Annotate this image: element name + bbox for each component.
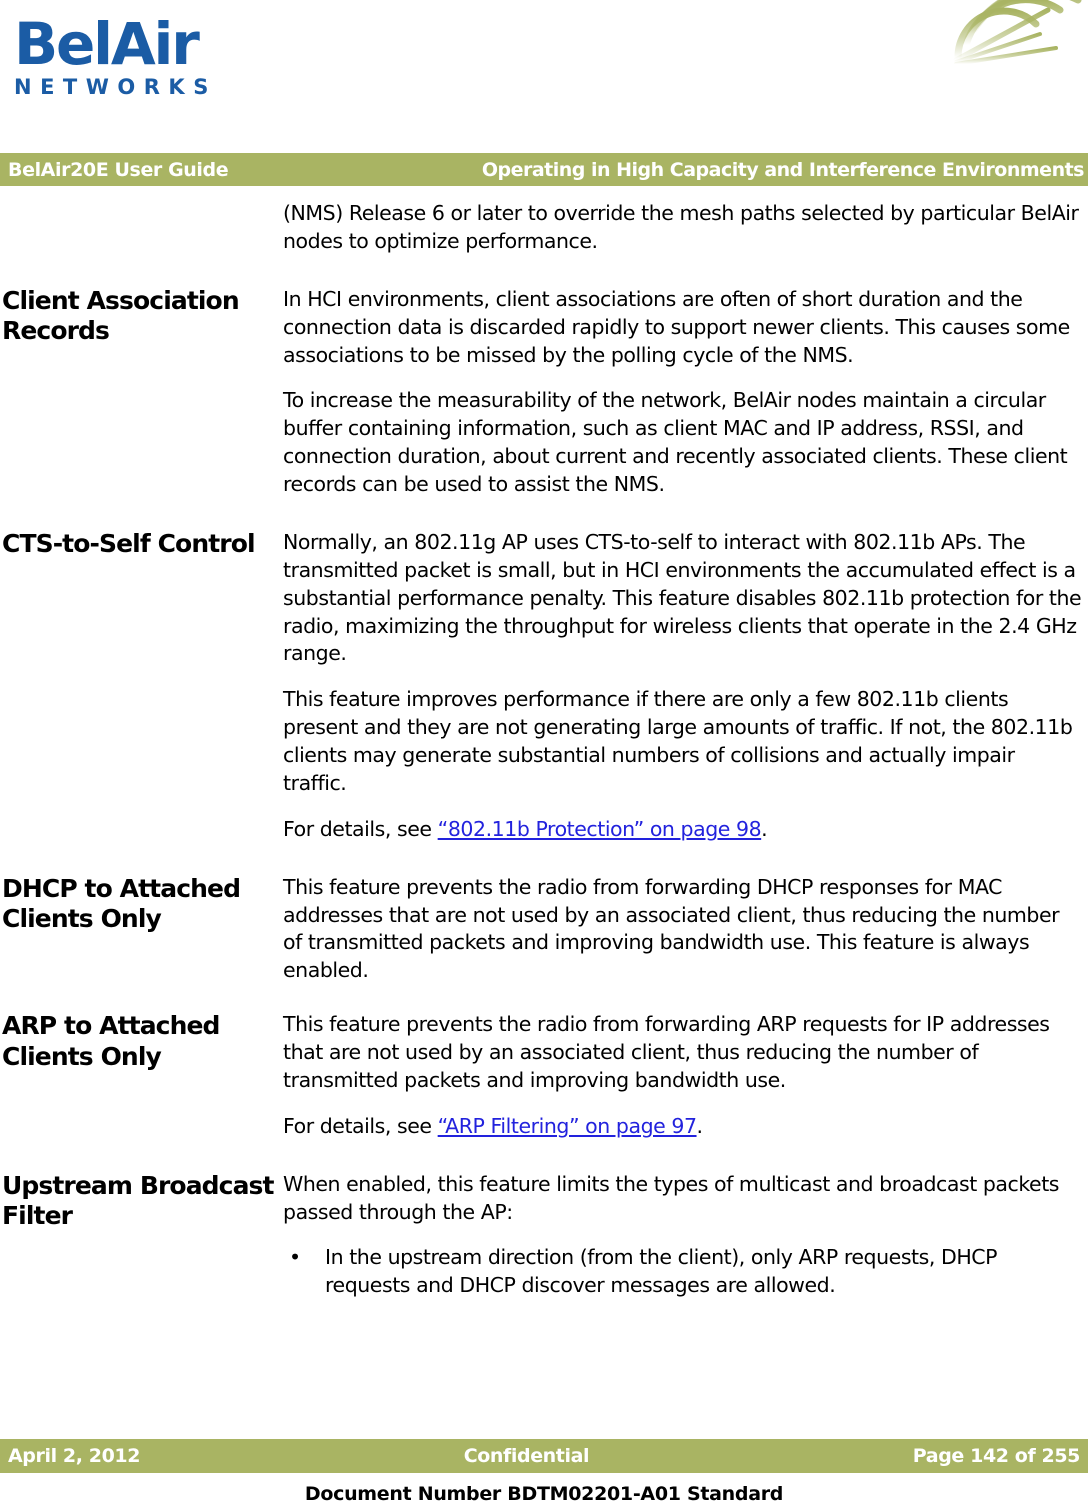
page-content: (NMS) Release 6 or later to override the… — [0, 200, 1088, 1344]
logo-subtitle: NETWORKS — [14, 74, 217, 99]
xref-prefix: For details, see — [283, 816, 438, 841]
section-cts-to-self-control: CTS-to-Self Control Normally, an 802.11g… — [0, 529, 1088, 844]
xref-link-arp-filtering[interactable]: “ARP Filtering” on page 97 — [438, 1114, 697, 1138]
belair-networks-logo: BelAir NETWORKS — [14, 10, 244, 99]
section-heading: Client Association Records — [2, 285, 240, 346]
section-body: This feature prevents the radio from for… — [283, 1011, 1088, 1141]
paragraph: (NMS) Release 6 or later to override the… — [283, 201, 1079, 253]
paragraph: When enabled, this feature limits the ty… — [283, 1171, 1060, 1224]
section-heading: ARP to Attached Clients Only — [2, 1011, 220, 1071]
paragraph: This feature prevents the radio from for… — [283, 1012, 1050, 1092]
xref-suffix: . — [761, 816, 768, 841]
section-heading: Upstream Broadcast Filter — [2, 1170, 274, 1231]
page-footer-bar: April 2, 2012 Confidential Page 142 of 2… — [0, 1439, 1088, 1473]
section-upstream-broadcast-filter: Upstream Broadcast Filter When enabled, … — [0, 1171, 1088, 1315]
footer-classification: Confidential — [463, 1445, 590, 1467]
wireless-arcs-decorative-graphic — [928, 0, 1088, 135]
section-arp-to-attached-clients-only: ARP to Attached Clients Only This featur… — [0, 1011, 1088, 1141]
section-dhcp-to-attached-clients-only: DHCP to Attached Clients Only This featu… — [0, 874, 1088, 986]
xref-prefix: For details, see — [283, 1113, 438, 1138]
cross-reference-line: For details, see “802.11b Protection” on… — [283, 816, 1082, 844]
header-chapter-title: Operating in High Capacity and Interfere… — [481, 158, 1085, 181]
section-body: When enabled, this feature limits the ty… — [283, 1171, 1088, 1315]
paragraph: This feature prevents the radio from for… — [283, 874, 1060, 983]
list-item: • In the upstream direction (from the cl… — [283, 1244, 1082, 1300]
xref-suffix: . — [696, 1113, 704, 1138]
document-page: BelAir NETWORKS BelAir20E User Guide Ope… — [0, 0, 1088, 1511]
paragraph: In HCI environments, client associations… — [283, 286, 1070, 367]
intro-body: (NMS) Release 6 or later to override the… — [283, 200, 1088, 256]
paragraph: Normally, an 802.11g AP uses CTS-to-self… — [283, 529, 1082, 666]
footer-document-number: Document Number BDTM02201-A01 Standard — [304, 1483, 784, 1505]
footer-page-number: Page 142 of 255 — [912, 1445, 1081, 1467]
list-item-text: In the upstream direction (from the clie… — [325, 1245, 998, 1298]
xref-link-802-11b-protection[interactable]: “802.11b Protection” on page 98 — [438, 817, 762, 841]
header-guide-title: BelAir20E User Guide — [8, 158, 229, 181]
section-heading: DHCP to Attached Clients Only — [2, 873, 241, 934]
section-body: This feature prevents the radio from for… — [283, 874, 1088, 986]
footer-date: April 2, 2012 — [8, 1445, 141, 1467]
section-body: Normally, an 802.11g AP uses CTS-to-self… — [283, 529, 1088, 844]
paragraph: To increase the measurability of the net… — [283, 388, 1068, 496]
bullet-list: • In the upstream direction (from the cl… — [283, 1244, 1082, 1300]
paragraph: This feature improves performance if the… — [283, 687, 1073, 795]
logo-wordmark: BelAir — [14, 10, 200, 78]
intro-section: (NMS) Release 6 or later to override the… — [0, 200, 1088, 256]
section-heading: CTS-to-Self Control — [2, 528, 256, 558]
page-header-bar: BelAir20E User Guide Operating in High C… — [0, 153, 1088, 186]
cross-reference-line: For details, see “ARP Filtering” on page… — [283, 1113, 1082, 1141]
section-client-association-records: Client Association Records In HCI enviro… — [0, 286, 1088, 499]
bullet-dot-icon: • — [289, 1245, 301, 1270]
section-body: In HCI environments, client associations… — [283, 286, 1088, 499]
